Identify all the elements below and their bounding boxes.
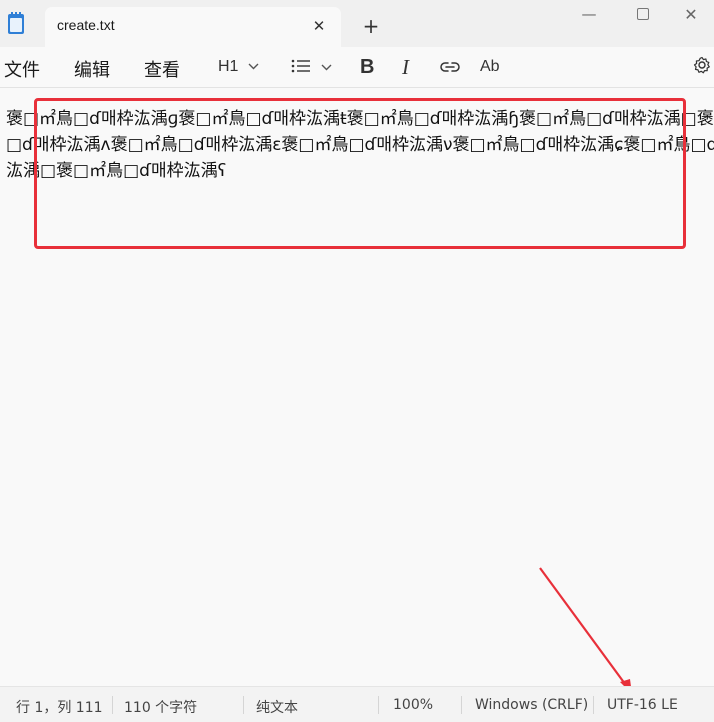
bold-button[interactable]: B [360, 53, 374, 81]
tab-create-txt[interactable]: create.txt ✕ [45, 7, 341, 47]
maximize-button[interactable] [620, 0, 666, 28]
heading-label: H1 [218, 58, 239, 75]
status-divider [378, 696, 379, 714]
maximize-icon [637, 8, 649, 20]
list-dropdown[interactable] [291, 53, 332, 81]
status-bar: 行 1，列 111 110 个字符 纯文本 100% Windows (CRLF… [0, 686, 714, 722]
spellcheck-button[interactable]: Ab [480, 53, 500, 81]
status-zoom[interactable]: 100% [393, 697, 433, 713]
gear-icon [693, 56, 711, 78]
status-divider [112, 696, 113, 714]
minimize-button[interactable]: — [566, 0, 612, 28]
close-window-button[interactable]: ✕ [668, 0, 714, 28]
heading-dropdown[interactable]: H1 [218, 53, 259, 81]
tab-title: create.txt [57, 17, 115, 33]
chevron-down-icon [321, 61, 332, 74]
notepad-icon [8, 12, 24, 34]
menu-bar: 文件 编辑 查看 H1 B I Ab [0, 47, 714, 88]
italic-button[interactable]: I [402, 53, 409, 81]
chevron-down-icon [248, 61, 259, 73]
link-button[interactable] [440, 53, 460, 81]
menu-view[interactable]: 查看 [144, 56, 180, 82]
status-divider [461, 696, 462, 714]
status-char-count: 110 个字符 [124, 700, 198, 716]
list-icon [291, 58, 311, 77]
menu-file[interactable]: 文件 [4, 56, 40, 82]
menu-edit[interactable]: 编辑 [74, 56, 110, 82]
status-divider [593, 696, 594, 714]
status-cursor-position: 行 1，列 111 [16, 700, 103, 716]
link-icon [440, 58, 460, 77]
new-tab-button[interactable]: + [360, 14, 382, 38]
status-divider [243, 696, 244, 714]
spellcheck-icon: Ab [480, 58, 500, 75]
status-line-ending[interactable]: Windows (CRLF) [475, 697, 588, 713]
settings-button[interactable] [693, 53, 711, 81]
status-format[interactable]: 纯文本 [256, 697, 298, 717]
annotation-highlight-box [34, 98, 686, 249]
title-bar: create.txt ✕ + — ✕ [0, 0, 714, 47]
close-tab-icon[interactable]: ✕ [309, 16, 329, 36]
status-encoding[interactable]: UTF-16 LE [607, 697, 678, 713]
